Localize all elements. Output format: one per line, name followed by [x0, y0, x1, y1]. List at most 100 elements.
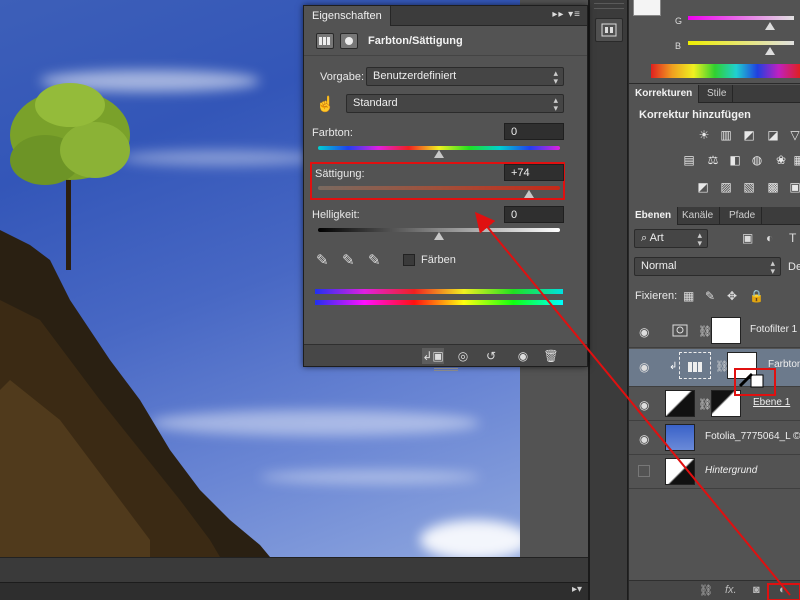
gradient-map-icon[interactable]: ▩: [765, 180, 781, 194]
layer-row-farbton[interactable]: ◉ ↲ ⛓ Farbton/: [629, 349, 800, 387]
saettigung-label: Sättigung:: [315, 168, 365, 180]
tab-ebenen[interactable]: Ebenen: [629, 207, 679, 225]
layer-name[interactable]: Fotofilter 1: [750, 324, 800, 335]
status-menu-icon[interactable]: ▸▾: [572, 584, 582, 595]
layer-row-fotolia[interactable]: ◉ Fotolia_7775064_L © T: [629, 421, 800, 455]
saettigung-input[interactable]: +74: [504, 164, 564, 181]
mask-thumbnail[interactable]: [711, 317, 741, 344]
delete-icon[interactable]: 🗑: [540, 348, 562, 364]
layer-thumbnail[interactable]: [665, 390, 695, 417]
channel-b-thumb[interactable]: [765, 47, 775, 55]
lock-image-icon[interactable]: ✎: [705, 289, 715, 303]
curves-icon[interactable]: ◩: [741, 128, 757, 142]
hue-saturation-adj-icon[interactable]: ▤: [681, 153, 697, 167]
farbton-input[interactable]: 0: [504, 123, 564, 140]
new-adjustment-layer-icon[interactable]: ◐: [779, 584, 786, 596]
fx-icon[interactable]: fx.: [725, 584, 737, 596]
threshold-icon[interactable]: ▧: [741, 180, 757, 194]
eye-icon[interactable]: ◉: [639, 432, 649, 446]
chain-link-icon[interactable]: ⛓: [698, 398, 712, 411]
exposure-icon[interactable]: ◪: [765, 128, 781, 142]
canvas-scroll-area[interactable]: [0, 557, 588, 582]
filter-pixel-icon[interactable]: ▣: [742, 231, 753, 245]
blend-mode-value: Normal: [641, 260, 677, 272]
eyedropper-plus-icon[interactable]: ✎: [342, 251, 355, 269]
blend-mode-dropdown[interactable]: Normal ▴ ▾: [634, 257, 781, 276]
link-layers-icon[interactable]: ⛓: [699, 584, 713, 597]
channel-g-slider[interactable]: [688, 16, 794, 20]
vorgabe-dropdown[interactable]: Benutzerdefiniert ▴ ▾: [366, 67, 564, 86]
tab-kanaele[interactable]: Kanäle: [676, 207, 721, 225]
visibility-toggle-box[interactable]: [638, 465, 650, 477]
mask-thumbnail[interactable]: [711, 390, 741, 417]
selective-color-icon[interactable]: ▣: [787, 180, 800, 194]
chain-link-icon[interactable]: ⛓: [698, 325, 712, 338]
toggle-visibility-icon[interactable]: ◉: [512, 348, 534, 364]
levels-icon[interactable]: ▥: [718, 128, 734, 142]
channel-g-thumb[interactable]: [765, 22, 775, 30]
layer-name[interactable]: Hintergrund: [705, 465, 800, 476]
invert-icon[interactable]: ◩: [695, 180, 711, 194]
lock-transparency-icon[interactable]: ▦: [683, 289, 694, 303]
panel-menu-icon[interactable]: ▸▸ ▾≡: [552, 9, 581, 20]
dropdown-arrows-icon: ▴ ▾: [697, 230, 702, 248]
color-balance-icon[interactable]: ⚖: [705, 153, 721, 167]
layers-tabbar: Ebenen Kanäle Pfade: [629, 207, 800, 225]
channel-dropdown[interactable]: Standard ▴ ▾: [346, 94, 564, 113]
on-image-adjust-hand-icon[interactable]: ☝: [316, 95, 335, 113]
vorgabe-label: Vorgabe:: [320, 71, 365, 83]
properties-icon-button[interactable]: [595, 18, 623, 42]
eyedropper-icon[interactable]: ✎: [316, 251, 329, 269]
adjustment-icon[interactable]: [316, 33, 334, 49]
clip-to-layer-icon[interactable]: ↲▣: [422, 348, 444, 364]
channel-mixer-icon[interactable]: ❀: [773, 153, 789, 167]
faerben-checkbox[interactable]: [403, 254, 415, 266]
layer-filter-value: Art: [649, 232, 664, 244]
strip-grip[interactable]: [594, 3, 624, 9]
layer-row-fotofilter[interactable]: ◉ ⛓ Fotofilter 1: [629, 314, 800, 348]
layer-name[interactable]: Ebene 1: [753, 397, 800, 408]
tab-stile[interactable]: Stile: [701, 85, 734, 103]
mask-icon[interactable]: [340, 33, 358, 49]
collapsed-panel-strip: [590, 0, 628, 600]
view-previous-state-icon[interactable]: ◎: [452, 348, 474, 364]
layer-filter-dropdown[interactable]: ⌕ Art ▴ ▾: [634, 229, 708, 248]
helligkeit-input[interactable]: 0: [504, 206, 564, 223]
panel-resize-grip[interactable]: [434, 368, 458, 371]
add-mask-icon[interactable]: ◙: [753, 584, 760, 596]
brightness-icon[interactable]: ☀: [696, 128, 712, 142]
farbton-slider-thumb[interactable]: [434, 150, 444, 158]
layer-name[interactable]: Fotolia_7775064_L © T: [705, 431, 800, 442]
tab-eigenschaften[interactable]: Eigenschaften: [304, 6, 391, 26]
tab-pfade[interactable]: Pfade: [723, 207, 763, 225]
layer-thumbnail[interactable]: [665, 458, 695, 485]
hue-saturation-icon: [688, 362, 702, 372]
filter-adjustment-icon[interactable]: ◐: [766, 231, 773, 245]
farbton-label: Farbton:: [312, 127, 353, 139]
lock-position-icon[interactable]: ✥: [727, 289, 737, 303]
eye-icon[interactable]: ◉: [639, 398, 649, 412]
layer-thumbnail[interactable]: [665, 424, 695, 451]
tab-korrekturen[interactable]: Korrekturen: [629, 85, 700, 103]
channel-b-slider[interactable]: [688, 41, 794, 45]
mask-thumbnail[interactable]: [727, 352, 757, 379]
color-lookup-icon[interactable]: ▦: [791, 153, 800, 167]
eye-icon[interactable]: ◉: [639, 325, 649, 339]
lock-all-icon[interactable]: 🔒: [749, 289, 764, 303]
filter-type-icon[interactable]: T: [789, 231, 796, 245]
black-white-icon[interactable]: ◧: [727, 153, 743, 167]
color-spectrum[interactable]: [651, 64, 800, 78]
posterize-icon[interactable]: ▨: [718, 180, 734, 194]
photo-filter-icon[interactable]: ◍: [749, 153, 765, 167]
clip-arrow-icon: ↲: [669, 361, 678, 372]
reset-icon[interactable]: ↺: [480, 348, 502, 364]
background-color-swatch[interactable]: [633, 0, 661, 16]
helligkeit-slider-thumb[interactable]: [434, 232, 444, 240]
layer-name[interactable]: Farbton/: [768, 359, 800, 370]
vibrance-icon[interactable]: ▽: [787, 128, 800, 142]
layer-row-hintergrund[interactable]: Hintergrund: [629, 455, 800, 489]
layer-row-ebene1[interactable]: ◉ ⛓ Ebene 1: [629, 387, 800, 421]
eyedropper-minus-icon[interactable]: ✎: [368, 251, 381, 269]
eye-icon[interactable]: ◉: [639, 360, 649, 374]
saettigung-slider-thumb[interactable]: [523, 190, 534, 198]
